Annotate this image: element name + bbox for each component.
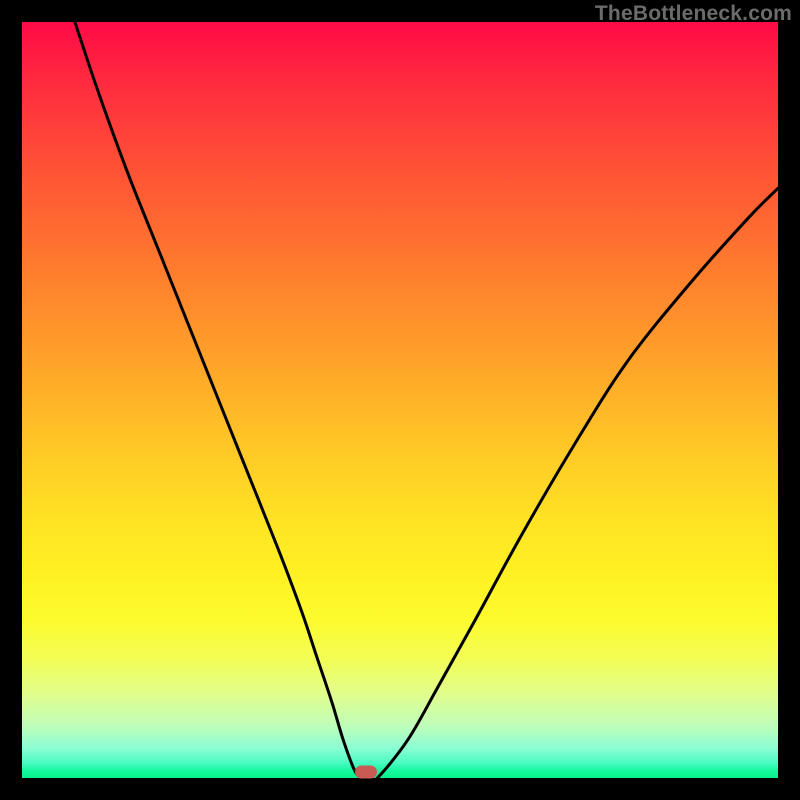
- optimal-point-marker: [355, 766, 377, 779]
- watermark-text: TheBottleneck.com: [595, 2, 792, 26]
- bottleneck-curve: [22, 22, 778, 778]
